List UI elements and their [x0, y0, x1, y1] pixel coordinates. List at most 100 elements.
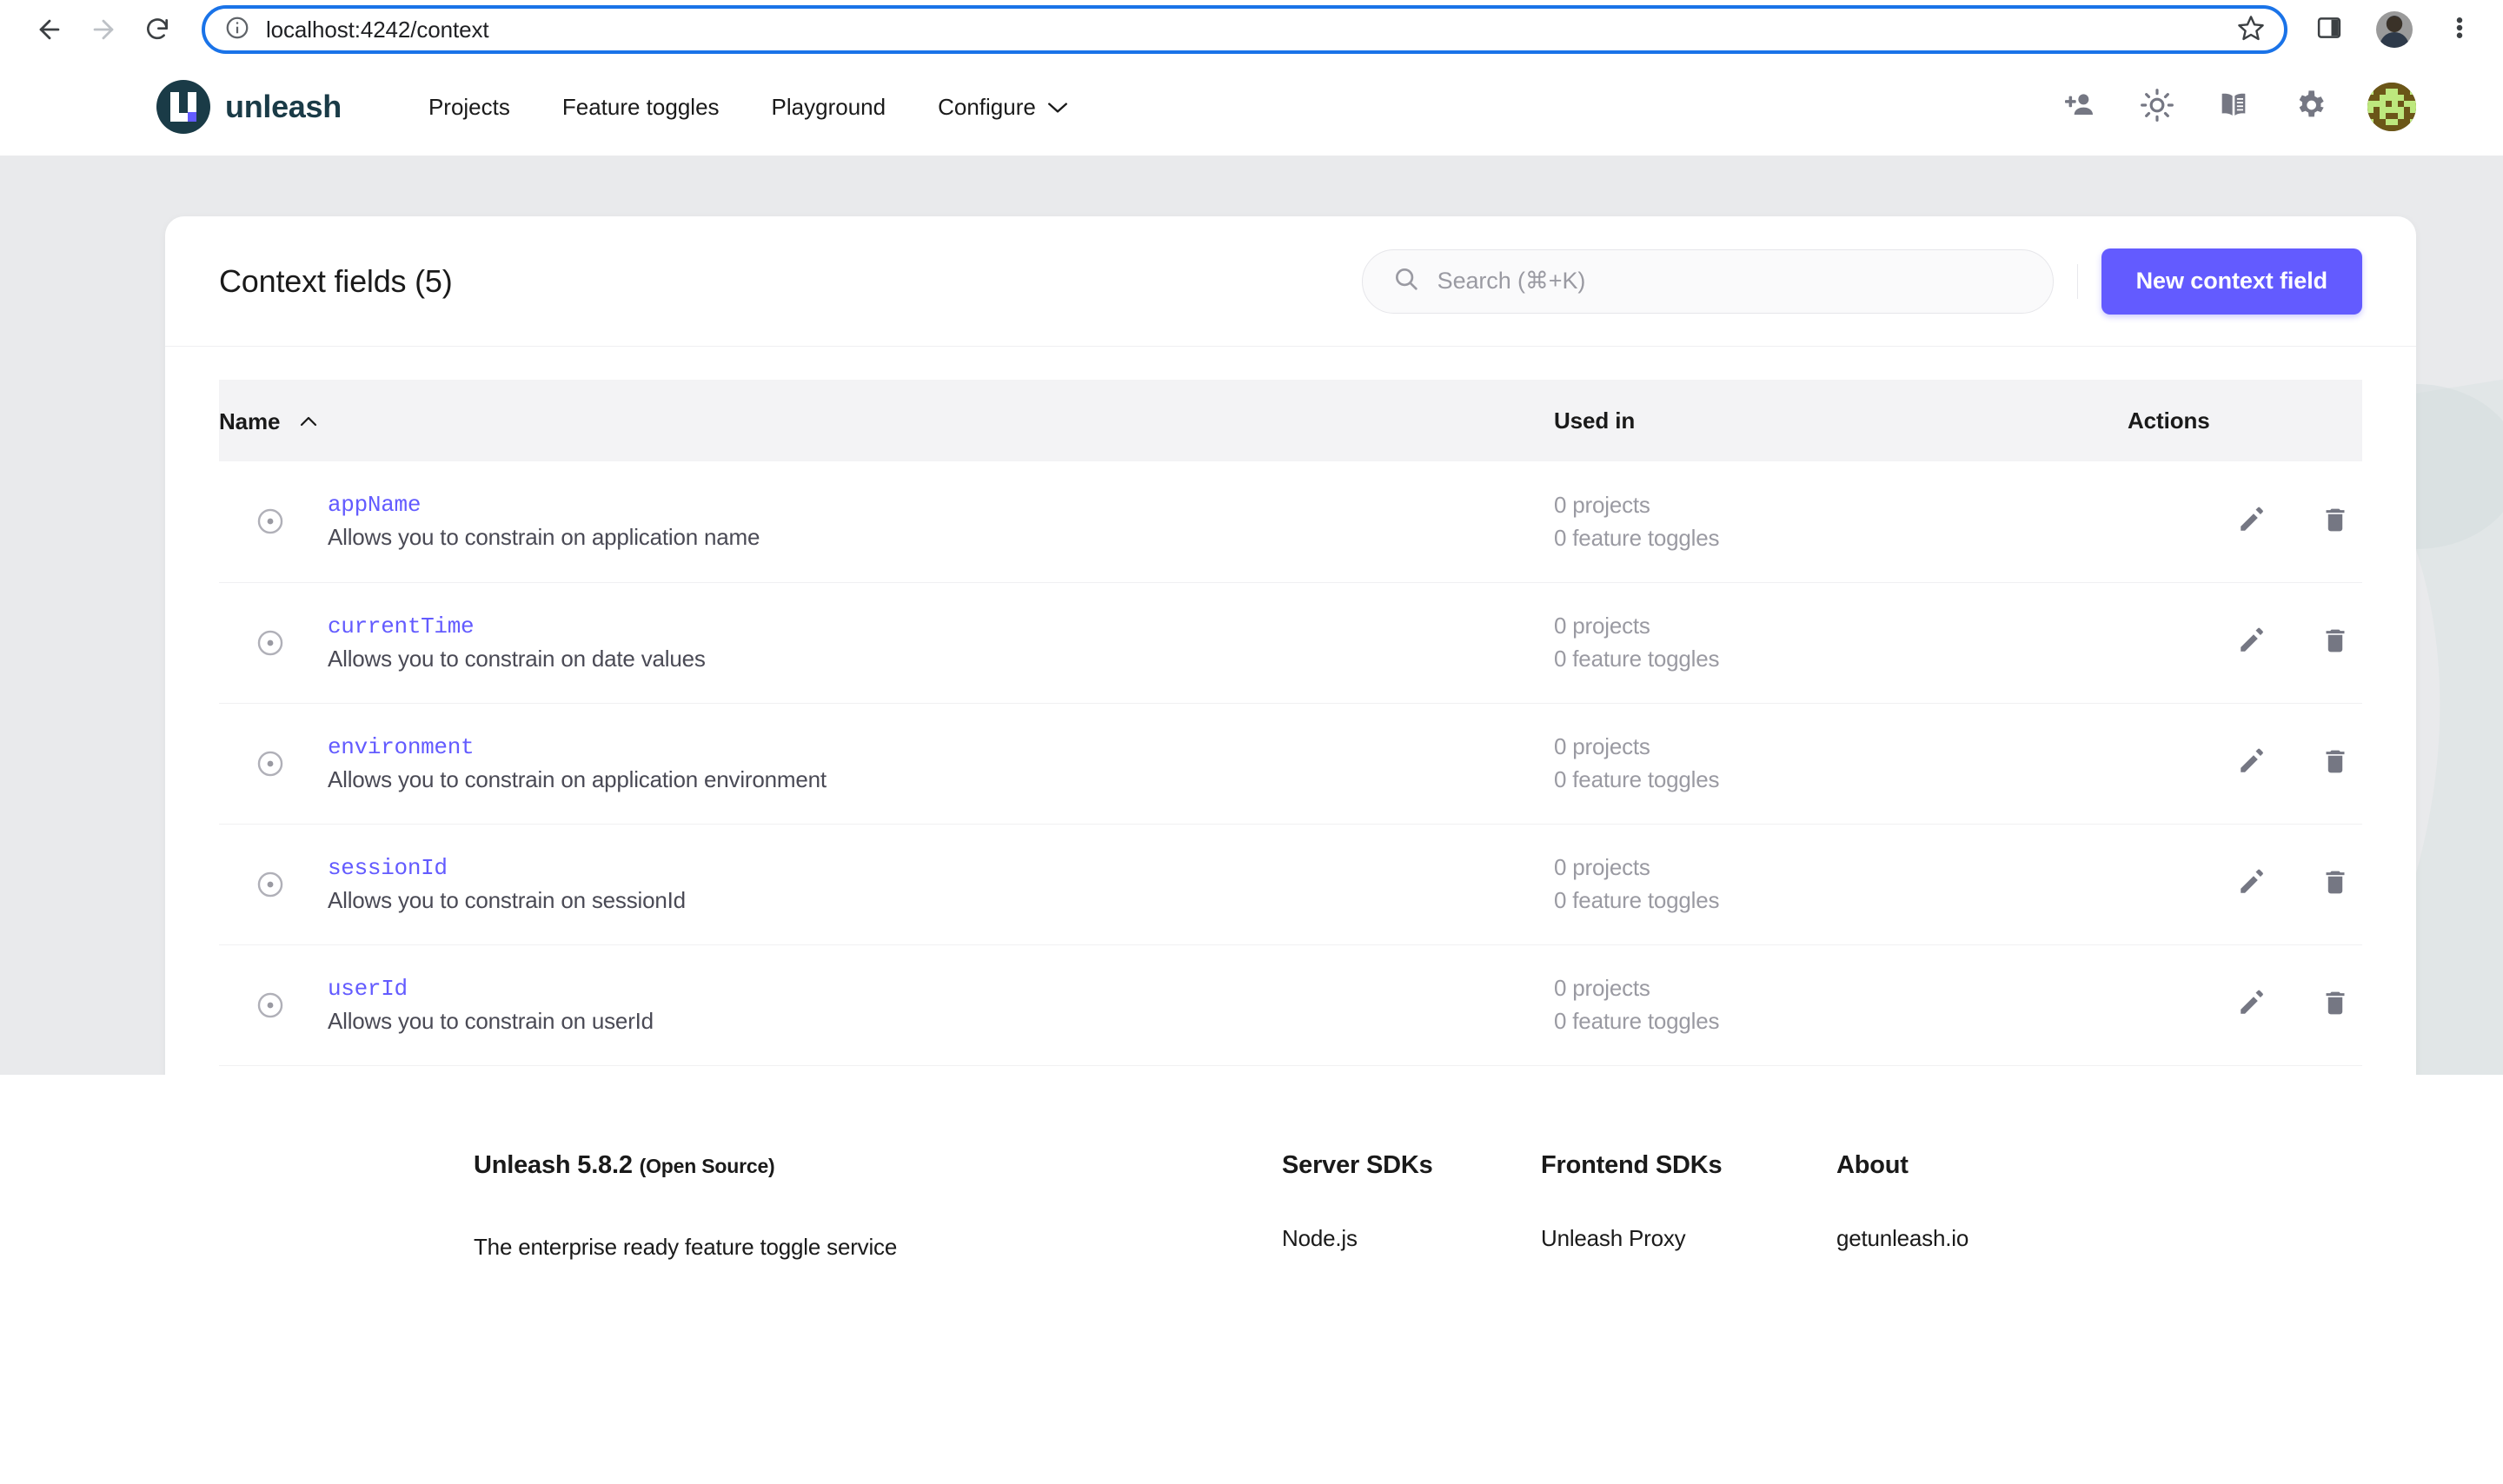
cell-name: appName Allows you to constrain on applic… [219, 461, 1554, 583]
cell-used-in: 0 projects 0 feature toggles [1554, 703, 2128, 825]
back-arrow-icon [35, 15, 64, 44]
target-dot-icon [219, 628, 328, 658]
delete-button[interactable] [2308, 737, 2362, 791]
theme-toggle-button[interactable] [2138, 88, 2176, 126]
cell-name: environment Allows you to constrain on ap… [219, 703, 1554, 825]
edit-pencil-icon [2237, 867, 2267, 901]
table-header-row: Name Used in Actions [219, 380, 2362, 461]
reload-icon [143, 16, 171, 43]
delete-button[interactable] [2308, 494, 2362, 548]
header-tools: Search (⌘+K) New context field [1361, 248, 2362, 315]
cell-actions [2128, 461, 2362, 583]
site-info-icon[interactable] [224, 15, 250, 45]
user-avatar[interactable] [2367, 83, 2416, 131]
chrome-profile-avatar[interactable] [2376, 11, 2413, 48]
sort-ascending-icon [299, 407, 318, 434]
documentation-book-icon [2216, 88, 2251, 127]
address-bar[interactable]: localhost:4242/context [202, 5, 2287, 54]
used-in-projects: 0 projects [1554, 975, 1650, 1001]
delete-trash-icon [2320, 746, 2350, 780]
footer-tagline: The enterprise ready feature toggle serv… [474, 1234, 898, 1260]
table-row[interactable]: appName Allows you to constrain on applic… [219, 461, 2362, 583]
context-field-link[interactable]: currentTime [328, 613, 706, 639]
footer-version-text: Unleash 5.8.2 [474, 1151, 633, 1179]
edit-button[interactable] [2225, 616, 2279, 670]
column-header-used-in: Used in [1554, 380, 2128, 461]
chrome-menu-button[interactable] [2439, 9, 2480, 50]
used-in-projects: 0 projects [1554, 613, 1650, 639]
cell-actions [2128, 703, 2362, 825]
edit-button[interactable] [2225, 858, 2279, 911]
edit-button[interactable] [2225, 978, 2279, 1032]
back-button[interactable] [23, 3, 76, 56]
url-text: localhost:4242/context [266, 16, 489, 43]
add-user-icon [2063, 88, 2098, 127]
card-header: Context fields (5) Search (⌘+K) New cont… [165, 216, 2416, 347]
footer-column-frontend-sdks: Frontend SDKs Unleash Proxy [1541, 1151, 1836, 1261]
cell-name: currentTime Allows you to constrain on da… [219, 582, 1554, 704]
delete-button[interactable] [2308, 858, 2362, 911]
footer-version: Unleash 5.8.2 (Open Source) [474, 1151, 1282, 1180]
context-fields-card: Context fields (5) Search (⌘+K) New cont… [165, 216, 2416, 1075]
used-in-projects: 0 projects [1554, 491, 1650, 518]
used-in-projects: 0 projects [1554, 733, 1650, 759]
settings-button[interactable] [2291, 88, 2329, 126]
delete-button[interactable] [2308, 616, 2362, 670]
footer-heading: About [1836, 1151, 1909, 1179]
context-field-link[interactable]: sessionId [328, 855, 686, 881]
forward-arrow-icon [89, 15, 118, 44]
app-header: unleash Projects Feature toggles Playgro… [0, 59, 2503, 156]
delete-button[interactable] [2308, 978, 2362, 1032]
target-dot-icon [219, 507, 328, 536]
theme-sun-icon [2140, 88, 2174, 127]
context-fields-table: Name Used in Actions appName Allows you … [219, 380, 2362, 1066]
target-dot-icon [219, 749, 328, 778]
unleash-logo-link[interactable]: unleash [156, 80, 342, 134]
side-panel-button[interactable] [2308, 9, 2350, 50]
edit-button[interactable] [2225, 494, 2279, 548]
table-row[interactable]: currentTime Allows you to constrain on da… [219, 582, 2362, 704]
used-in-toggles: 0 feature toggles [1554, 766, 1720, 792]
new-context-field-button[interactable]: New context field [2101, 248, 2362, 315]
column-label-used-in: Used in [1554, 407, 1636, 434]
forward-button[interactable] [76, 3, 130, 56]
nav-item-projects[interactable]: Projects [402, 94, 536, 121]
target-dot-icon [219, 870, 328, 899]
target-dot-icon [219, 990, 328, 1020]
unleash-logo-icon [156, 80, 210, 134]
context-fields-table-wrapper: Name Used in Actions appName Allows you … [165, 347, 2416, 1075]
nav-label: Feature toggles [561, 93, 720, 120]
table-head: Name Used in Actions [219, 380, 2362, 461]
nav-item-playground[interactable]: Playground [746, 94, 913, 121]
documentation-button[interactable] [2214, 88, 2253, 126]
column-header-name[interactable]: Name [219, 380, 1554, 461]
column-header-actions: Actions [2128, 380, 2362, 461]
star-icon[interactable] [2237, 14, 2265, 46]
context-field-description: Allows you to constrain on application n… [328, 524, 760, 551]
edit-button[interactable] [2225, 737, 2279, 791]
table-row[interactable]: userId Allows you to constrain on userId 0… [219, 944, 2362, 1066]
delete-trash-icon [2320, 505, 2350, 539]
context-field-link[interactable]: appName [328, 492, 760, 518]
delete-trash-icon [2320, 626, 2350, 659]
nav-item-feature-toggles[interactable]: Feature toggles [536, 94, 746, 121]
delete-trash-icon [2320, 867, 2350, 901]
cell-actions [2128, 944, 2362, 1066]
header-actions [2061, 83, 2416, 131]
context-field-description: Allows you to constrain on userId [328, 1007, 654, 1034]
footer-columns: Unleash 5.8.2 (Open Source) The enterpri… [0, 1151, 2503, 1261]
footer-link-unleash-proxy[interactable]: Unleash Proxy [1541, 1225, 1836, 1252]
search-input[interactable]: Search (⌘+K) [1361, 248, 2054, 314]
table-row[interactable]: environment Allows you to constrain on ap… [219, 703, 2362, 825]
add-user-button[interactable] [2061, 88, 2100, 126]
nav-item-configure[interactable]: Configure [912, 94, 1095, 121]
context-field-link[interactable]: environment [328, 734, 827, 760]
footer-column-server-sdks: Server SDKs Node.js [1282, 1151, 1541, 1261]
footer-link-nodejs[interactable]: Node.js [1282, 1225, 1541, 1252]
reload-button[interactable] [130, 3, 184, 56]
three-dot-menu-icon [2448, 15, 2471, 45]
table-row[interactable]: sessionId Allows you to constrain on sess… [219, 824, 2362, 945]
context-field-link[interactable]: userId [328, 976, 654, 1002]
footer-heading: Server SDKs [1282, 1151, 1433, 1179]
footer-link-getunleash[interactable]: getunleash.io [1836, 1225, 2095, 1252]
